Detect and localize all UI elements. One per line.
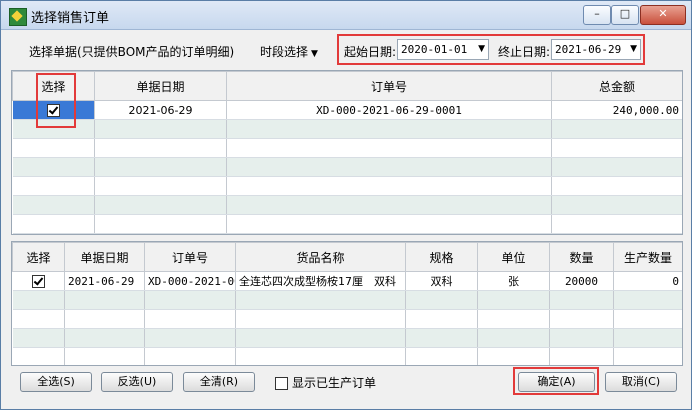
cell-date: 2021-06-29 [94,100,227,120]
start-date-value: 2020-01-01 [401,43,468,56]
col-header-spec[interactable]: 规格 [405,242,478,272]
show-produced-checkbox[interactable]: 显示已生产订单 [275,374,376,391]
cell-produced: 0 [613,271,682,291]
table-row [12,290,682,310]
col-header-date[interactable]: 单据日期 [94,71,227,101]
dropdown-arrow-icon[interactable]: ▼ [478,40,485,59]
end-date-value: 2021-06-29 [555,43,622,56]
maximize-button[interactable]: □ [611,5,639,25]
dialog-window: 选择销售订单 – □ ✕ 选择单据(只提供BOM产品的订单明细) 时段选择 ▼ 起… [0,0,692,410]
col-header-produced[interactable]: 生产数量 [613,242,682,272]
cell-date: 2021-06-29 [64,271,145,291]
ok-button[interactable]: 确定(A) [518,372,595,392]
period-select-menu[interactable]: 时段选择 ▼ [260,43,318,60]
select-column-highlight [36,73,76,128]
checkbox-icon[interactable] [275,377,288,390]
col-header-total[interactable]: 总金额 [551,71,682,101]
invert-selection-button[interactable]: 反选(U) [101,372,173,392]
start-date-picker[interactable]: 2020-01-01 ▼ [397,39,489,60]
title-bar[interactable]: 选择销售订单 – □ ✕ [1,1,691,30]
cell-qty: 20000 [549,271,614,291]
col-header-order-no[interactable]: 订单号 [144,242,236,272]
col-header-order-no[interactable]: 订单号 [226,71,552,101]
table-row [12,138,682,158]
col-header-unit[interactable]: 单位 [477,242,550,272]
row-checkbox[interactable] [31,274,45,288]
cell-total: 240,000.00 [551,100,682,120]
cell-unit: 张 [477,271,550,291]
table-row [12,176,682,196]
period-select-label: 时段选择 [260,45,309,59]
show-produced-label: 显示已生产订单 [292,376,377,390]
col-header-select[interactable]: 选择 [12,242,65,272]
table-row [12,347,682,365]
orders-grid[interactable]: 选择 单据日期 订单号 总金额 2021-06-29 XD-000-2021-0… [11,70,683,235]
dropdown-arrow-icon[interactable]: ▼ [630,40,637,59]
order-details-grid[interactable]: 选择 单据日期 订单号 货品名称 规格 单位 数量 生产数量 2021-06-2… [11,241,683,366]
cell-spec: 双科 [405,271,478,291]
table-row[interactable]: 2021-06-29 XD-000-2021-06-29-0001 240,00… [12,100,682,120]
table-row [12,119,682,139]
table-row [12,328,682,348]
clear-all-button[interactable]: 全清(R) [183,372,255,392]
table-row [12,157,682,177]
dropdown-arrow-icon: ▼ [311,49,318,59]
col-header-date[interactable]: 单据日期 [64,242,145,272]
end-date-picker[interactable]: 2021-06-29 ▼ [551,39,641,60]
table-row [12,214,682,234]
window-title: 选择销售订单 [31,11,110,26]
cancel-button[interactable]: 取消(C) [605,372,677,392]
cell-product: 全连芯四次成型杨桉17厘 双科 [235,271,406,291]
minimize-button[interactable]: – [583,5,611,25]
col-header-qty[interactable]: 数量 [549,242,614,272]
table-row[interactable]: 2021-06-29 XD-000-2021-06- 全连芯四次成型杨桉17厘 … [12,271,682,291]
select-all-button[interactable]: 全选(S) [20,372,92,392]
start-date-label: 起始日期: [344,45,397,59]
close-button[interactable]: ✕ [640,5,686,25]
cell-order-no: XD-000-2021-06-29-0001 [226,100,552,120]
end-date-label: 终止日期: [498,45,551,59]
app-logo-icon [9,8,27,26]
row-checkbox-cell[interactable] [12,271,65,291]
table-row [12,195,682,215]
col-header-product[interactable]: 货品名称 [235,242,406,272]
select-docs-label: 选择单据(只提供BOM产品的订单明细) [29,45,235,59]
cell-order-no: XD-000-2021-06- [144,271,236,291]
table-row [12,309,682,329]
